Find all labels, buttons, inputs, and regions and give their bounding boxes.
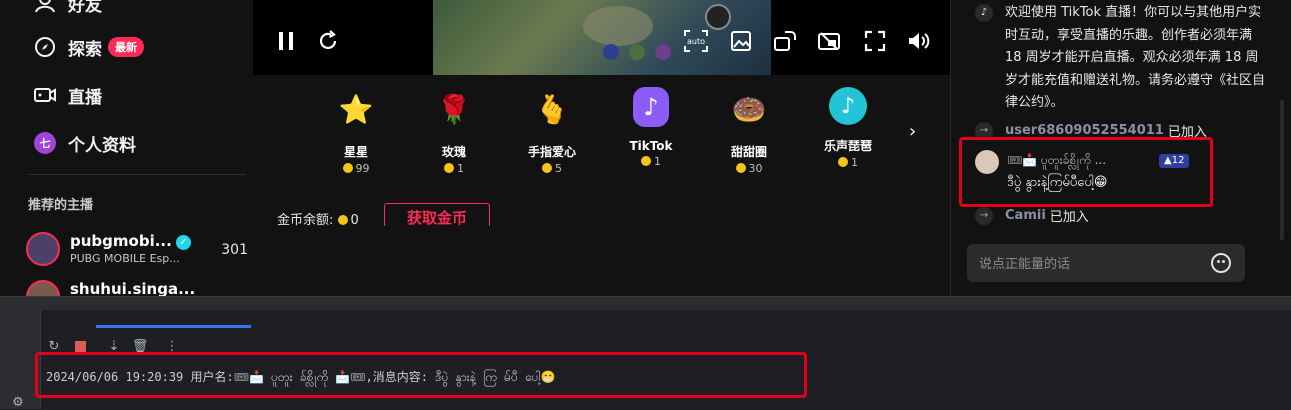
friends-icon [34,0,56,14]
sidebar-item-label: 好友 [68,0,102,16]
auto-label: auto [687,37,705,46]
chat-scrollbar[interactable] [1280,100,1284,240]
refresh-icon[interactable] [315,28,341,54]
gift-price-value: 99 [355,162,370,175]
coin-icon [735,163,746,173]
gift-price: 5 [512,162,592,175]
gift-name: TikTok [629,139,673,153]
gift-price: 30 [709,162,789,175]
gift-price-value: 1 [654,155,661,168]
streamer-item[interactable]: shuhui.singa... [26,280,250,296]
volume-icon[interactable] [906,28,932,54]
gift-price: 99 [316,162,396,175]
coin-icon [838,157,848,167]
gift-item[interactable]: ♪ TikTok 1 [611,87,691,168]
gift-price-value: 5 [555,162,562,175]
join-action: 已加入 [1049,210,1089,225]
gift-name: 星星 [343,145,368,159]
gift-name: 玫瑰 [441,145,466,159]
video-frame [433,0,771,75]
chevron-right-icon[interactable]: › [909,121,916,142]
emoji-icon[interactable] [1211,253,1231,273]
recommended-streamers-title: 推荐的主播 [28,198,94,213]
sidebar-item-label: 探索 [68,39,102,60]
coin-icon [542,163,552,173]
gift-item[interactable]: ⭐ 星星 99 [316,87,396,176]
donut-gift-icon: 🍩 [731,92,767,126]
get-coins-button[interactable]: 获取金币 [384,203,490,226]
auto-quality-icon[interactable]: auto [683,28,709,54]
compass-icon [34,36,56,58]
gift-name: 手指爱心 [527,145,576,159]
active-tab-indicator [96,325,251,328]
finger-heart-gift-icon: 🫰 [534,92,570,126]
join-event: → Camii 已加入 [975,206,1089,225]
coin-balance: 金币余额: 0 [277,209,359,228]
sidebar-item-friends[interactable]: 好友 [34,0,102,16]
new-badge: 最新 [108,37,144,57]
streamer-name-row: pubgmobi... ✓ [70,232,191,250]
gift-price-value: 1 [851,156,858,169]
tiktok-live-window: 好友 探索 最新 直播 七 个人资料 推荐的主播 pubgmobi... ✓ P… [0,0,1291,310]
sidebar-item-explore[interactable]: 探索 最新 [34,34,144,60]
rose-gift-icon: 🌹 [436,92,472,126]
profile-avatar: 七 [34,132,56,154]
settings-icon[interactable]: ⚙ [10,394,26,410]
gift-item[interactable]: 🍩 甜甜圈 30 [709,87,789,176]
streamer-name: pubgmobi... [70,232,172,250]
rotate-icon[interactable] [772,28,798,54]
tiktok-icon: ♪ [975,4,993,22]
gift-price-value: 30 [748,162,763,175]
balance-label: 金币余额: [277,213,334,228]
fullscreen-icon[interactable] [862,28,888,54]
streamer-item[interactable]: pubgmobi... ✓ PUBG MOBILE Esp... 301 [26,232,250,272]
gift-name: 甜甜圈 [730,145,767,159]
streamer-name: shuhui.singa... [70,280,196,296]
gift-price: 1 [414,162,494,175]
music-gift-icon: ♪ [829,87,867,125]
live-icon [34,84,56,106]
gift-price: 1 [808,156,888,169]
gift-panel: ⭐ 星星 99 🌹 玫瑰 1 🫰 手指爱心 5 ♪ TikTok 1 🍩 甜甜圈… [253,75,950,296]
picture-icon[interactable] [728,28,754,54]
sidebar-item-live[interactable]: 直播 [34,82,102,108]
streamer-avatar [26,280,60,296]
chat-input[interactable] [977,244,1201,284]
video-player[interactable]: auto [253,0,950,75]
window-edge [0,296,1291,311]
highlight-box [35,352,807,398]
tiktok-gift-icon: ♪ [633,87,669,127]
sidebar-item-label: 个人资料 [68,135,136,156]
coin-icon [342,163,353,173]
sidebar-item-profile[interactable]: 七 个人资料 [34,130,136,156]
join-username[interactable]: user68609052554011 [1005,123,1164,138]
sidebar-item-label: 直播 [68,87,102,108]
divider [28,174,246,175]
gift-price: 1 [611,155,691,168]
screen: 好友 探索 最新 直播 七 个人资料 推荐的主播 pubgmobi... ✓ P… [0,0,1291,410]
gift-price-value: 1 [457,162,464,175]
enter-icon: → [975,206,993,225]
viewer-count: 301 [221,242,248,258]
pause-icon[interactable] [273,28,299,54]
coin-icon [444,163,454,173]
star-gift-icon: ⭐ [338,92,374,126]
coin-icon [337,215,348,225]
highlight-box [959,137,1213,207]
gift-item[interactable]: 🌹 玫瑰 1 [414,87,494,176]
chat-input-box [967,244,1245,284]
welcome-text: 欢迎使用 TikTok 直播！你可以与其他用户实时互动，享受直播的乐趣。创作者必… [1005,5,1266,110]
coin-icon [641,156,651,166]
gift-item[interactable]: ♪ 乐声琵琶 1 [808,87,888,169]
streamer-subtitle: PUBG MOBILE Esp... [70,252,180,265]
streamer-avatar [26,232,60,266]
welcome-message: ♪ 欢迎使用 TikTok 直播！你可以与其他用户实时互动，享受直播的乐趣。创作… [975,2,1265,115]
pip-icon[interactable] [816,28,842,54]
gift-name: 乐声琵琶 [823,139,872,153]
gift-item[interactable]: 🫰 手指爱心 5 [512,87,592,176]
join-username[interactable]: Camii [1005,208,1046,223]
verified-icon: ✓ [175,235,191,250]
sidebar: 好友 探索 最新 直播 七 个人资料 推荐的主播 pubgmobi... ✓ P… [10,0,253,296]
balance-value: 0 [350,213,359,228]
